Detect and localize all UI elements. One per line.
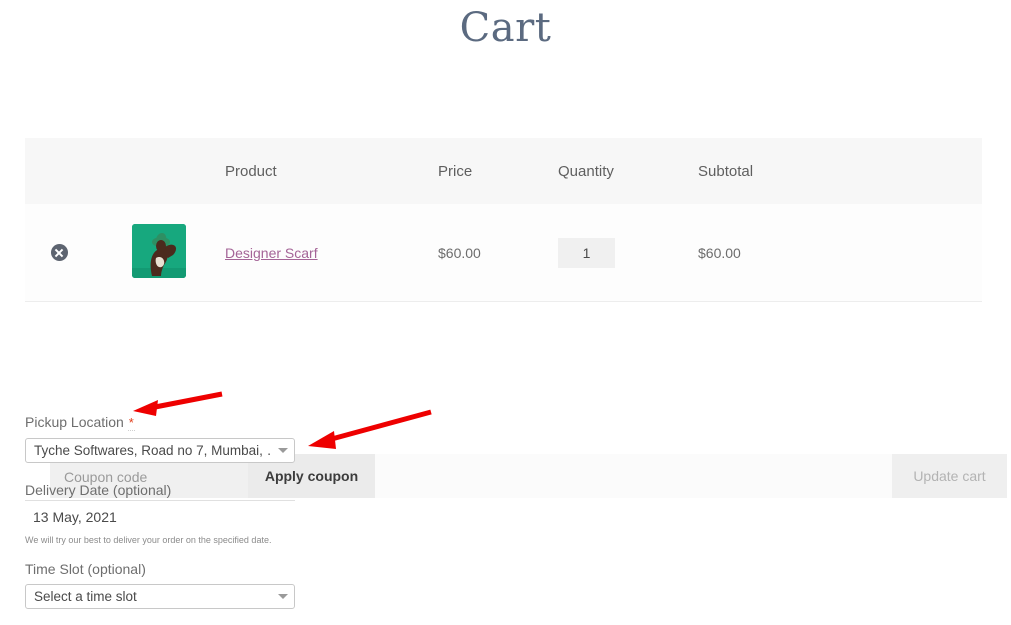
delivery-date-input[interactable]: 13 May, 2021 bbox=[25, 500, 295, 525]
column-header-subtotal: Subtotal bbox=[698, 162, 754, 180]
pickup-delivery-fields: Pickup Location * Tyche Softwares, Road … bbox=[25, 412, 445, 609]
delivery-date-label: Delivery Date (optional) bbox=[25, 482, 172, 498]
time-slot-selected-value: Select a time slot bbox=[34, 589, 137, 604]
time-slot-select[interactable]: Select a time slot bbox=[25, 584, 295, 609]
page-title: Cart bbox=[459, 5, 552, 51]
product-thumbnail-image[interactable] bbox=[132, 224, 186, 278]
product-price: $60.00 bbox=[438, 244, 481, 261]
cart-table: Product Price Quantity Subtotal Designer… bbox=[25, 138, 1007, 498]
column-header-price: Price bbox=[438, 162, 473, 180]
chevron-down-icon bbox=[278, 594, 288, 599]
update-cart-button[interactable]: Update cart bbox=[892, 454, 1007, 498]
product-name-cell: Designer Scarf bbox=[225, 245, 438, 261]
cart-table-header-row: Product Price Quantity Subtotal bbox=[25, 138, 982, 204]
pickup-location-select[interactable]: Tyche Softwares, Road no 7, Mumbai, … bbox=[25, 438, 295, 463]
time-slot-label: Time Slot (optional) bbox=[25, 561, 146, 577]
delivery-date-help-text: We will try our best to deliver your ord… bbox=[25, 535, 272, 545]
quantity-input[interactable]: 1 bbox=[558, 237, 615, 268]
quantity-cell: 1 bbox=[558, 237, 698, 268]
actions-spacer bbox=[375, 454, 892, 498]
pickup-location-selected-value: Tyche Softwares, Road no 7, Mumbai, … bbox=[34, 443, 272, 458]
product-subtotal: $60.00 bbox=[698, 244, 741, 261]
required-asterisk: * bbox=[127, 415, 135, 431]
remove-item-cell bbox=[25, 244, 93, 262]
product-link[interactable]: Designer Scarf bbox=[225, 245, 318, 261]
column-header-quantity: Quantity bbox=[558, 162, 614, 180]
chevron-down-icon bbox=[278, 448, 288, 453]
pickup-location-label: Pickup Location * bbox=[25, 412, 445, 433]
remove-circle-icon[interactable] bbox=[50, 244, 68, 262]
column-header-product: Product bbox=[225, 162, 277, 180]
product-thumbnail-cell bbox=[93, 224, 225, 281]
table-row: Designer Scarf $60.00 1 $60.00 bbox=[25, 204, 982, 302]
pickup-location-label-text: Pickup Location bbox=[25, 414, 124, 430]
